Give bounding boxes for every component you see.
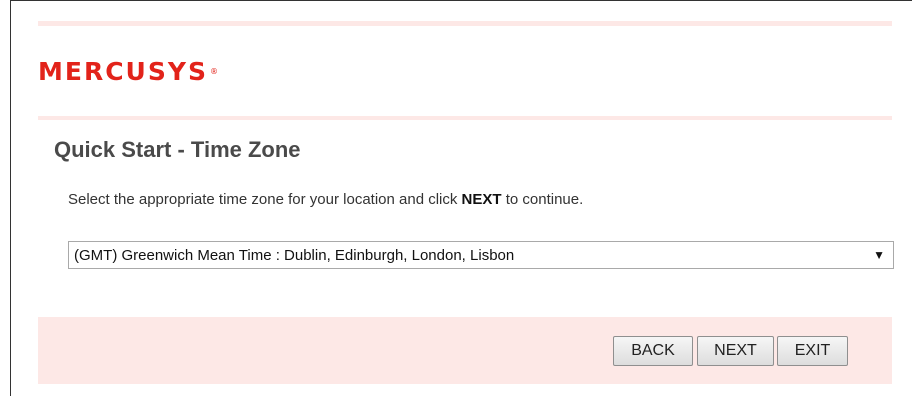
header-stripe xyxy=(38,21,892,26)
logo-text: MERCUSYS xyxy=(38,57,208,86)
window-top-border xyxy=(10,0,912,1)
mercusys-logo: MERCUSYS ® xyxy=(38,58,218,86)
instruction-before: Select the appropriate time zone for you… xyxy=(68,191,462,208)
chevron-down-icon[interactable]: ▼ xyxy=(873,247,885,263)
window-left-border xyxy=(10,0,11,396)
instruction-keyword: NEXT xyxy=(461,191,502,208)
title-divider xyxy=(38,116,892,120)
timezone-selected-value: (GMT) Greenwich Mean Time : Dublin, Edin… xyxy=(74,247,515,264)
exit-button[interactable]: EXIT xyxy=(777,336,848,366)
instruction-text: Select the appropriate time zone for you… xyxy=(68,190,583,210)
next-button[interactable]: NEXT xyxy=(697,336,774,366)
page-title: Quick Start - Time Zone xyxy=(54,137,301,162)
back-button[interactable]: BACK xyxy=(613,336,693,366)
instruction-after: to continue. xyxy=(501,191,584,208)
trademark-mark: ® xyxy=(209,67,218,76)
timezone-select[interactable]: (GMT) Greenwich Mean Time : Dublin, Edin… xyxy=(68,241,894,269)
